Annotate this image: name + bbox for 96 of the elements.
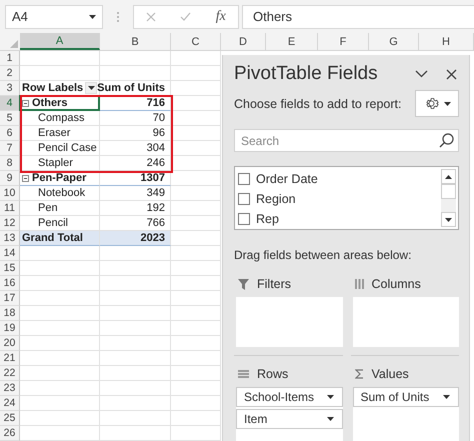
row-number[interactable]: 12 (0, 216, 20, 231)
name-box[interactable]: A4 (5, 4, 103, 28)
settings-button[interactable] (415, 90, 459, 117)
panel-title: PivotTable Fields (234, 63, 378, 85)
column-header-label: Row Labels (22, 82, 84, 94)
field-checkbox[interactable] (238, 172, 250, 184)
item-label-cell[interactable]: Pen (20, 201, 100, 216)
area-title: Filters (257, 277, 292, 291)
search-icon (439, 133, 454, 148)
row-number[interactable]: 18 (0, 306, 20, 321)
sigma-icon (354, 369, 364, 379)
search-field[interactable]: Search (234, 129, 459, 152)
group-total-cell[interactable]: 716 (100, 96, 171, 111)
row-number[interactable]: 10 (0, 186, 20, 201)
item-value-cell[interactable]: 192 (100, 201, 171, 216)
field-item[interactable]: Region (238, 190, 441, 207)
item-value-cell[interactable]: 70 (100, 111, 171, 126)
row-number[interactable]: 25 (0, 411, 20, 426)
collapse-icon[interactable] (22, 100, 29, 106)
scroll-up-icon[interactable] (445, 174, 452, 178)
drop-area[interactable]: Sum of Units (352, 387, 459, 441)
field-checkbox[interactable] (238, 212, 250, 224)
row-number[interactable]: 11 (0, 201, 20, 216)
scrollbar[interactable] (441, 169, 456, 227)
cancel-icon[interactable] (146, 12, 156, 22)
area-title: Rows (257, 367, 288, 381)
item-value-cell[interactable]: 304 (100, 141, 171, 156)
row-number[interactable]: 14 (0, 246, 20, 261)
row-number[interactable]: 15 (0, 261, 20, 276)
name-box-caret-icon (89, 14, 96, 18)
select-all-icon[interactable] (10, 40, 18, 48)
row-number[interactable]: 21 (0, 351, 20, 366)
header-cell[interactable]: Sum of Units (100, 81, 171, 96)
item-label-cell[interactable]: Eraser (20, 126, 100, 141)
item-value-cell[interactable]: 246 (100, 156, 171, 171)
drop-area[interactable] (236, 297, 342, 347)
collapse-icon[interactable] (22, 174, 29, 182)
row-number[interactable]: 3 (0, 81, 20, 96)
grand-total-cell[interactable]: Grand Total (20, 231, 100, 246)
grand-total-value-cell[interactable]: 2023 (100, 231, 171, 246)
row-number[interactable]: 22 (0, 366, 20, 381)
item-value-cell[interactable]: 349 (100, 186, 171, 201)
field-pill[interactable]: Sum of Units (352, 387, 459, 407)
row-number[interactable]: 7 (0, 141, 20, 156)
drop-area[interactable] (352, 297, 459, 347)
row-number[interactable]: 13 (0, 231, 20, 246)
caret-icon (88, 86, 94, 90)
caret-icon (326, 417, 334, 421)
fields-prompt: Choose fields to add to report: (234, 96, 402, 110)
row-number[interactable]: 17 (0, 291, 20, 306)
row-number[interactable]: 23 (0, 381, 20, 396)
row-number[interactable]: 4 (0, 96, 20, 111)
row-number[interactable]: 1 (0, 51, 20, 66)
field-item[interactable]: Order Date (238, 170, 441, 187)
chevron-down-icon[interactable] (415, 68, 428, 80)
scroll-down-icon (445, 218, 452, 222)
row-number[interactable]: 19 (0, 321, 20, 336)
caret-icon (443, 395, 450, 399)
field-pill[interactable]: School-Items (236, 387, 342, 407)
rows-icon (238, 370, 249, 378)
field-checkbox[interactable] (238, 192, 250, 204)
item-label-cell[interactable]: Pencil (20, 216, 100, 231)
field-item[interactable]: Rep (238, 210, 441, 227)
drop-area[interactable]: School-Items Item (236, 387, 342, 441)
row-number[interactable]: 2 (0, 66, 20, 81)
row-number[interactable]: 20 (0, 336, 20, 351)
item-label-cell[interactable]: Compass (20, 111, 100, 126)
area-title: Columns (372, 277, 421, 291)
cell-reference: A4 (12, 9, 28, 24)
row-number[interactable]: 24 (0, 396, 20, 411)
row-number[interactable]: 5 (0, 111, 20, 126)
caret-icon (444, 102, 450, 106)
filter-icon (238, 278, 249, 290)
caret-icon (326, 395, 334, 399)
row-number[interactable]: 16 (0, 276, 20, 291)
close-icon[interactable] (446, 68, 457, 80)
field-pill[interactable]: Item (236, 409, 342, 429)
item-value-cell[interactable]: 96 (100, 126, 171, 141)
item-label-cell[interactable]: Pencil Case (20, 141, 100, 156)
insert-function-button[interactable]: fx (216, 8, 226, 24)
column-header[interactable]: A (20, 33, 100, 50)
item-label-cell[interactable]: Notebook (20, 186, 100, 201)
enter-check-icon[interactable] (180, 12, 192, 21)
columns-icon (354, 279, 364, 289)
row-number[interactable]: 6 (0, 126, 20, 141)
area-title: Values (372, 367, 409, 381)
grip-icon (116, 10, 120, 22)
item-value-cell[interactable]: 766 (100, 216, 171, 231)
areas-prompt: Drag fields between areas below: (234, 248, 412, 262)
filter-dropdown-button[interactable] (85, 82, 97, 94)
row-number[interactable]: 26 (0, 426, 20, 441)
row-number[interactable]: 8 (0, 156, 20, 171)
item-label-cell[interactable]: Stapler (20, 156, 100, 171)
formula-field[interactable]: Others (242, 4, 474, 28)
settings-icon (424, 96, 438, 111)
row-number[interactable]: 9 (0, 171, 20, 186)
